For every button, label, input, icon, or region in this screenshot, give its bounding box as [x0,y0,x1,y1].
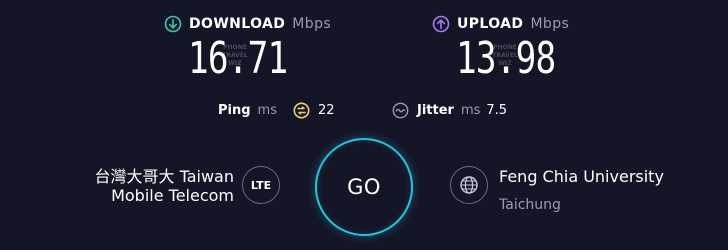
globe-badge [450,166,488,204]
upload-label: UPLOAD [457,16,524,32]
jitter-unit: ms [460,102,481,118]
ping-unit: ms [257,102,277,118]
jitter-stat: Jitter ms 7.5 [392,100,507,120]
upload-arrow-icon [432,15,450,33]
upload-watermark: PHONE TRAVEL WIZ [492,44,518,67]
upload-header: UPLOAD Mbps [432,13,569,35]
globe-icon [460,176,478,194]
ping-icon [293,102,310,118]
download-label: DOWNLOAD [189,16,286,32]
server-location: Taichung [499,197,561,213]
ping-value: 22 [317,102,335,118]
go-button[interactable]: GO [315,138,413,236]
jitter-icon [392,102,409,118]
download-watermark: PHONE TRAVEL WIZ [222,44,248,67]
provider-name[interactable]: 台灣大哥大 Taiwan Mobile Telecom [34,167,235,205]
download-unit: Mbps [292,16,332,32]
ping-stat: Ping ms 22 [218,100,335,120]
upload-unit: Mbps [530,16,570,32]
ping-label: Ping [218,102,251,118]
jitter-value: 7.5 [486,102,508,118]
jitter-label: Jitter [417,102,454,118]
provider-name-line1: 台灣大哥大 Taiwan [94,167,235,186]
lte-badge: LTE [242,166,280,204]
provider-name-line2: Mobile Telecom [111,186,234,205]
download-header: DOWNLOAD Mbps [164,13,331,35]
go-button-label: GO [347,175,381,199]
lte-badge-label: LTE [250,178,272,192]
download-arrow-icon [164,15,182,33]
server-name[interactable]: Feng Chia University [499,167,664,187]
